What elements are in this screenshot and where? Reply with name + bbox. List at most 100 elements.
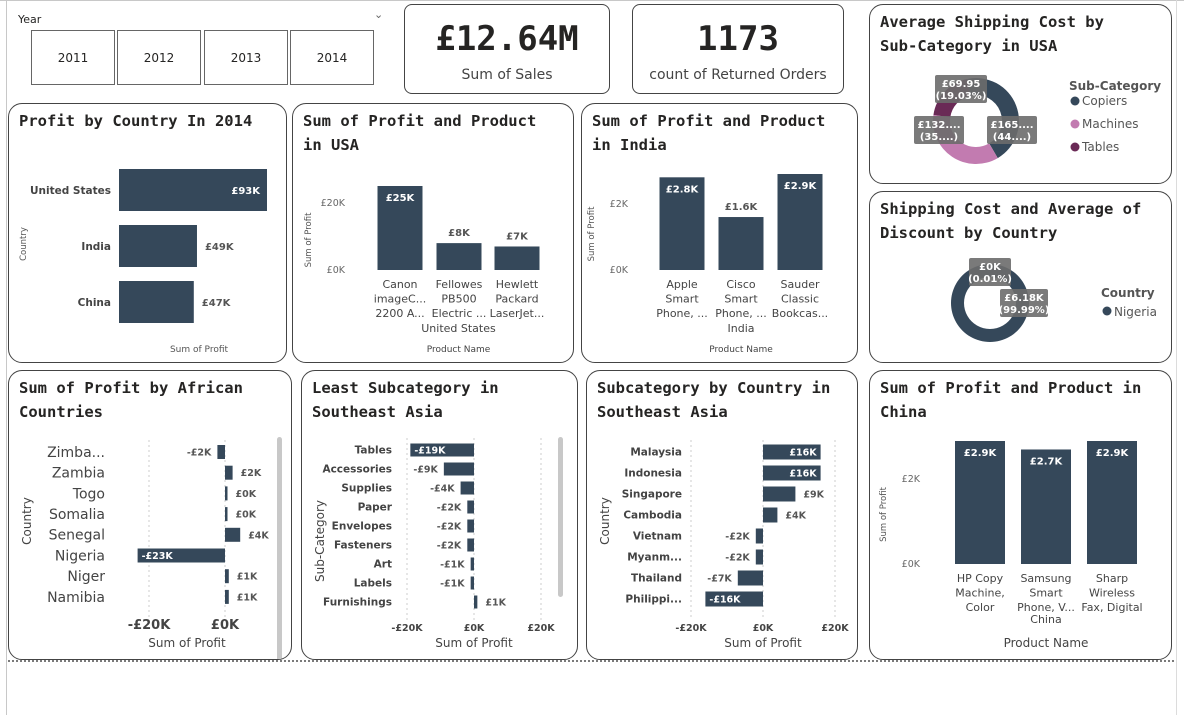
data-label: £4K [785, 511, 806, 522]
subcategory-country-card[interactable]: Subcategory by Country in Southeast Asia… [586, 370, 858, 660]
profit-african-card[interactable]: Sum of Profit by African Countries -£20K… [8, 370, 292, 660]
data-label: £2.9K [964, 448, 998, 459]
right-border [1176, 0, 1177, 715]
bar [1087, 441, 1137, 564]
bar [763, 486, 796, 502]
legend-marker [1070, 142, 1080, 152]
slice-label: £6.18K [1004, 293, 1045, 304]
x-tick-label: Electric ... [432, 307, 487, 320]
x-tick-label: Samsung [1020, 572, 1071, 585]
data-label: £2.7K [1030, 456, 1064, 467]
bar [225, 589, 229, 604]
y-tick-label: Niger [67, 569, 105, 585]
x-axis-title: Sum of Profit [148, 636, 226, 650]
legend-marker [1102, 306, 1112, 316]
scrollbar [277, 437, 282, 659]
data-label: £7K [506, 231, 529, 242]
x-tick-label: £0K [464, 623, 485, 634]
data-label: £0K [236, 510, 257, 521]
bar-chart[interactable]: United States £93K India £49K China £47K Sum o… [9, 104, 287, 363]
slice-label: (44....) [993, 132, 1031, 143]
y-axis-title: Sum of Profit [879, 486, 889, 541]
profit-product-india-card[interactable]: Sum of Profit and Product in India £0K £2… [581, 103, 858, 363]
profit-country-2014-card[interactable]: Profit by Country In 2014 United States £… [8, 103, 287, 363]
data-label: -£1K [440, 560, 465, 571]
bar [443, 462, 474, 476]
x-tick-label: Sauder [781, 278, 820, 291]
bar [755, 549, 763, 565]
legend-item: Tables [1081, 140, 1119, 154]
kpi-returns-card[interactable]: 1173 count of Returned Orders [632, 4, 844, 94]
slice-label: £165.... [990, 120, 1033, 131]
legend-item: Machines [1082, 117, 1138, 131]
x-tick-label: £20K [527, 623, 555, 634]
y-tick-label: Art [374, 559, 392, 571]
slice-label: £69.95 [942, 79, 981, 90]
donut-chart[interactable]: £0K(0.01%) £6.18K(99.99%) Country Nigeria [870, 192, 1172, 363]
bar [470, 576, 474, 590]
year-button-2014[interactable]: 2014 [290, 30, 374, 85]
bar-chart[interactable]: -£20K £0K £20K Malaysia £16K Indonesia £16K Sin… [587, 371, 858, 660]
year-button-2012[interactable]: 2012 [117, 30, 201, 85]
kpi-sales-card[interactable]: £12.64M Sum of Sales [404, 4, 610, 94]
shipping-discount-card[interactable]: Shipping Cost and Average of Discount by… [869, 191, 1172, 363]
bar-chart[interactable]: -£20K £0K £20K Tables -£19K Accessories -£9K Su… [302, 371, 578, 660]
profit-product-usa-card[interactable]: Sum of Profit and Product in USA £0K £20K… [292, 103, 574, 363]
least-subcategory-card[interactable]: Least Subcategory in Southeast Asia -£20… [301, 370, 578, 660]
data-label: -£4K [430, 484, 455, 495]
bar [737, 570, 763, 586]
bar [225, 569, 229, 584]
profit-product-china-card[interactable]: Sum of Profit and Product in China £0K £2… [869, 370, 1172, 660]
x-tick-label: Hewlett [496, 278, 539, 291]
y-tick-label: Philippi... [625, 594, 682, 606]
x-tick-label: LaserJet... [490, 307, 545, 320]
x-axis-title: Sum of Profit [724, 636, 802, 650]
x-tick-label: Smart [1029, 587, 1063, 600]
bar [763, 507, 778, 523]
x-tick-label: £20K [821, 623, 849, 634]
data-label: £0K [236, 489, 257, 500]
y-tick-label: Togo [72, 486, 105, 502]
bar [225, 507, 228, 522]
year-button-2013[interactable]: 2013 [204, 30, 288, 85]
data-label: -£2K [725, 532, 750, 543]
y-tick-label: Labels [354, 578, 392, 590]
x-tick-label: 2200 A... [375, 307, 424, 320]
page-divider [8, 660, 1174, 662]
y-axis-title: Country [20, 497, 34, 545]
column-chart[interactable]: £0K £20K Sum of Profit £25K Canon imageC...22… [293, 104, 574, 363]
chevron-down-icon[interactable]: ⌄ [374, 8, 383, 21]
bar [460, 481, 474, 495]
group-label: United States [421, 322, 496, 335]
y-tick-label: £2K [902, 474, 921, 485]
y-tick-label: Senegal [49, 528, 105, 544]
slice-label: (19.03%) [936, 91, 987, 102]
bar [436, 243, 482, 270]
x-tick-label: imageC... [374, 293, 426, 306]
x-tick-label: PB500 [441, 293, 476, 306]
donut-chart[interactable]: £165....(44....) £132....(35....) £69.95(1… [870, 5, 1172, 184]
avg-shipping-usa-card[interactable]: Average Shipping Cost by Sub-Category in… [869, 4, 1172, 184]
data-label: £1K [237, 572, 258, 583]
column-chart[interactable]: £0K£2KSum of Profit£2.9KHP CopyMachine,C… [870, 371, 1172, 660]
y-axis-title: Sub-Category [313, 500, 327, 582]
y-tick-label: £0K [902, 559, 921, 570]
column-chart[interactable]: £0K£2KSum of Profit£2.8KAppleSmartPhone,… [582, 104, 858, 363]
bar [119, 281, 194, 323]
data-label: -£2K [187, 448, 212, 459]
data-label: -£1K [440, 579, 465, 590]
legend-marker [1070, 119, 1080, 129]
group-label: China [1030, 613, 1061, 626]
x-tick-label: Phone, ... [656, 307, 708, 320]
kpi-sales-label: Sum of Sales [461, 67, 553, 83]
legend-item: Nigeria [1114, 305, 1157, 319]
y-tick-label: Paper [358, 502, 393, 514]
data-label: -£2K [437, 503, 462, 514]
x-tick-label: Fax, Digital [1081, 601, 1142, 614]
year-button-2011[interactable]: 2011 [31, 30, 115, 85]
data-label: £25K [386, 193, 416, 204]
kpi-returns-label: count of Returned Orders [649, 67, 827, 83]
legend-item: Copiers [1082, 94, 1127, 108]
x-axis-title: Product Name [1004, 636, 1089, 650]
bar-chart[interactable]: -£20K £0K Zimba... -£2K Zambia £2K Togo £0K Soma… [9, 371, 292, 660]
